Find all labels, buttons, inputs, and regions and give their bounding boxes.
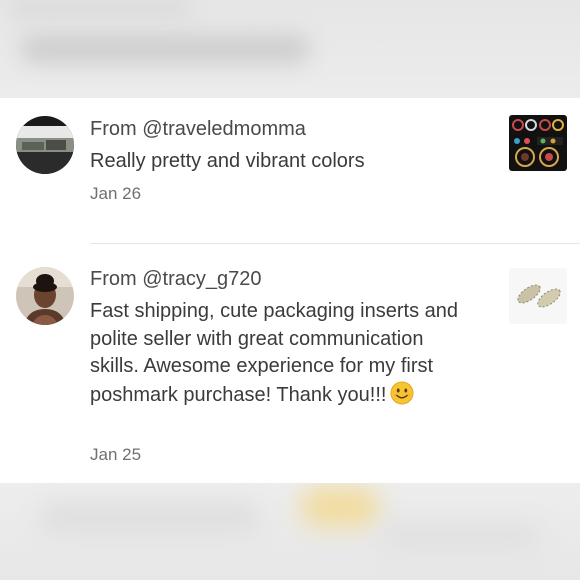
reviewer-handle[interactable]: From @traveledmomma xyxy=(90,118,306,141)
blurred-background-bottom xyxy=(0,483,580,580)
review-date: Jan 26 xyxy=(90,184,142,203)
blurred-background-top xyxy=(0,0,580,98)
user-avatar-portrait[interactable] xyxy=(16,267,74,325)
user-avatar-landscape[interactable] xyxy=(16,116,74,174)
smiling-face-emoji-icon xyxy=(390,381,414,405)
review-item[interactable]: From @tracy_g720 Fast shipping, cute pac… xyxy=(0,244,580,483)
review-item[interactable]: From @traveledmomma Really pretty and vi… xyxy=(0,98,580,243)
reviewer-handle[interactable]: From @tracy_g720 xyxy=(90,268,261,291)
review-date: Jan 25 xyxy=(90,445,142,464)
review-comment: Fast shipping, cute packaging inserts an… xyxy=(90,298,470,409)
earrings-photo-thumbnail[interactable] xyxy=(509,115,567,171)
sage-bundles-photo-thumbnail[interactable] xyxy=(509,268,567,324)
reviews-card: From @traveledmomma Really pretty and vi… xyxy=(0,98,580,483)
review-comment: Really pretty and vibrant colors xyxy=(90,150,365,172)
